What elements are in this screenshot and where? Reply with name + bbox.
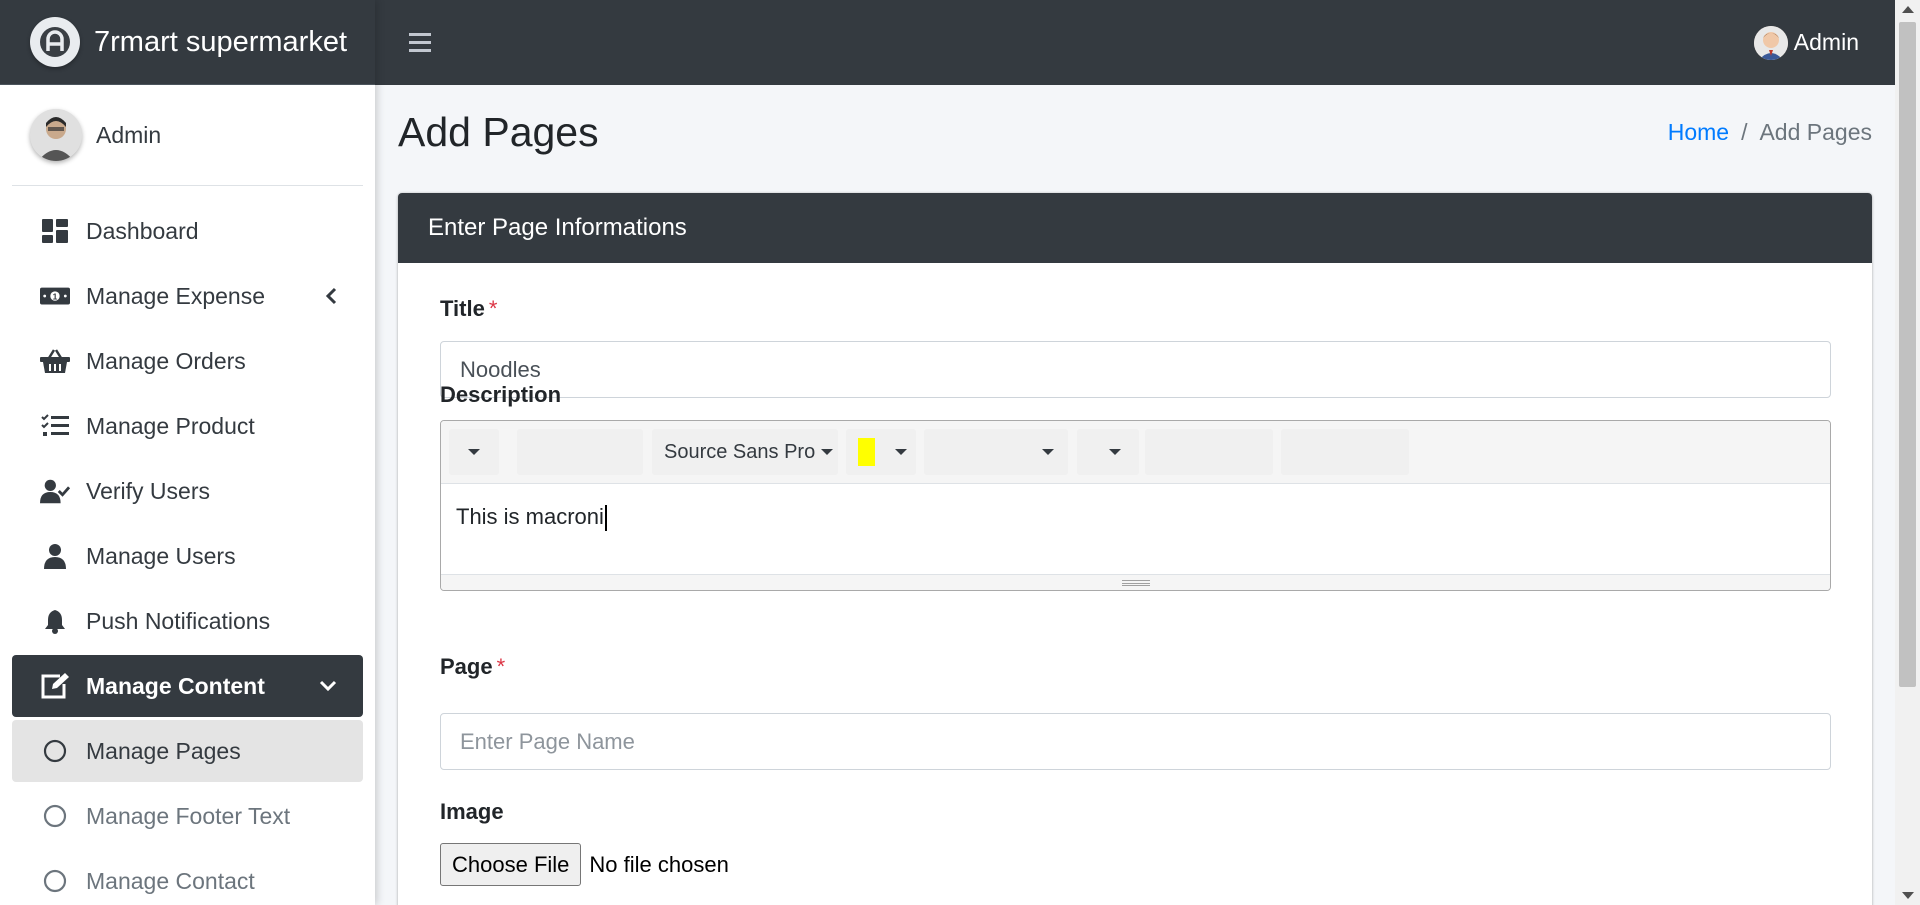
file-status-text: No file chosen bbox=[589, 851, 729, 877]
topbar-user-name: Admin bbox=[1793, 29, 1859, 55]
caret-down-icon bbox=[895, 449, 907, 455]
sidebar-item-label: Manage Users bbox=[86, 542, 236, 569]
page-title: Add Pages bbox=[398, 109, 599, 155]
view-button-group[interactable] bbox=[1281, 429, 1409, 475]
edit-icon bbox=[40, 671, 70, 701]
sidebar-nav: Dashboard 1 Manage Expense Manage Orders… bbox=[12, 200, 363, 905]
sidebar-item-label: Dashboard bbox=[86, 217, 199, 244]
text-cursor bbox=[604, 505, 607, 532]
title-label: Title * bbox=[440, 296, 497, 322]
highlight-color-swatch bbox=[858, 438, 875, 466]
svg-text:1: 1 bbox=[53, 291, 58, 301]
user-icon bbox=[40, 541, 70, 571]
sidebar-item-label: Push Notifications bbox=[86, 607, 271, 634]
sidebar-item-push-notifications[interactable]: Push Notifications bbox=[12, 590, 363, 652]
brand-name: 7rmart supermarket bbox=[94, 25, 348, 58]
required-mark: * bbox=[488, 296, 498, 321]
page-scrollbar[interactable] bbox=[1895, 0, 1920, 905]
editor-resize-handle[interactable] bbox=[441, 574, 1830, 590]
sidebar-item-label: Manage Expense bbox=[86, 282, 266, 309]
editor-content-area[interactable]: This is macroni bbox=[441, 484, 1830, 574]
brand-link[interactable]: 7rmart supermarket bbox=[0, 0, 375, 85]
circle-icon bbox=[40, 801, 70, 831]
grip-icon bbox=[1121, 579, 1150, 586]
sidebar-item-verify-users[interactable]: Verify Users bbox=[12, 460, 363, 522]
line-height-dropdown[interactable] bbox=[1077, 429, 1139, 475]
sidebar-item-label: Verify Users bbox=[86, 477, 210, 504]
basket-icon bbox=[40, 346, 70, 376]
page-label-text: Page bbox=[440, 654, 493, 679]
description-editor: Source Sans Pro This is macroni bbox=[440, 420, 1831, 591]
title-input[interactable]: Noodles bbox=[440, 341, 1831, 398]
sidebar-item-label: Manage Content bbox=[86, 672, 265, 699]
breadcrumb: Home / Add Pages bbox=[1668, 119, 1872, 146]
dashboard-icon bbox=[40, 216, 70, 246]
circle-icon bbox=[40, 866, 70, 896]
sidebar-item-dashboard[interactable]: Dashboard bbox=[12, 200, 363, 262]
chevron-left-icon bbox=[325, 287, 337, 305]
sidebar-item-manage-users[interactable]: Manage Users bbox=[12, 525, 363, 587]
sidebar-item-manage-expense[interactable]: 1 Manage Expense bbox=[12, 265, 363, 327]
color-dropdown[interactable] bbox=[846, 429, 916, 475]
image-label: Image bbox=[440, 799, 504, 824]
scrollbar-thumb[interactable] bbox=[1899, 22, 1916, 687]
caret-down-icon bbox=[468, 449, 480, 455]
sidebar-item-manage-orders[interactable]: Manage Orders bbox=[12, 330, 363, 392]
scroll-up-arrow-icon[interactable] bbox=[1902, 6, 1914, 13]
image-file-input: Choose File No file chosen bbox=[440, 843, 729, 886]
tasks-icon bbox=[40, 411, 70, 441]
paragraph-dropdown[interactable] bbox=[924, 429, 1068, 475]
circle-icon bbox=[40, 736, 70, 766]
insert-button-group[interactable] bbox=[1145, 429, 1273, 475]
top-navbar: Admin bbox=[375, 0, 1895, 85]
brand-logo-icon bbox=[30, 17, 80, 67]
sidebar-item-label: Manage Contact bbox=[86, 867, 255, 894]
caret-down-icon bbox=[821, 449, 834, 455]
sidebar-user-name: Admin bbox=[96, 121, 162, 148]
sidebar-item-manage-pages[interactable]: Manage Pages bbox=[12, 720, 363, 782]
editor-text: This is macroni bbox=[456, 504, 604, 529]
main-sidebar: 7rmart supermarket Admin Dashboard 1 Man… bbox=[0, 0, 375, 905]
user-check-icon bbox=[40, 476, 70, 506]
page-label: Page * bbox=[440, 654, 505, 680]
card-title: Enter Page Informations bbox=[428, 214, 687, 241]
content-wrapper: Add Pages Home / Add Pages Enter Page In… bbox=[375, 85, 1895, 905]
sidebar-item-manage-contact[interactable]: Manage Contact bbox=[12, 850, 363, 905]
description-label: Description bbox=[440, 382, 562, 407]
sidebar-item-manage-footer-text[interactable]: Manage Footer Text bbox=[12, 785, 363, 847]
avatar bbox=[30, 109, 82, 161]
font-family-dropdown[interactable]: Source Sans Pro bbox=[652, 429, 838, 475]
chevron-down-icon bbox=[319, 680, 337, 692]
card-header: Enter Page Informations bbox=[398, 193, 1872, 263]
menu-toggle-icon[interactable] bbox=[409, 33, 431, 52]
avatar bbox=[1753, 25, 1788, 60]
bell-icon bbox=[40, 606, 70, 636]
format-button-group[interactable] bbox=[517, 429, 643, 475]
sidebar-item-label: Manage Footer Text bbox=[86, 802, 291, 829]
editor-toolbar: Source Sans Pro bbox=[441, 421, 1830, 484]
breadcrumb-separator: / bbox=[1741, 119, 1748, 145]
style-dropdown[interactable] bbox=[449, 429, 499, 475]
sidebar-item-label: Manage Orders bbox=[86, 347, 246, 374]
sidebar-item-manage-product[interactable]: Manage Product bbox=[12, 395, 363, 457]
required-mark: * bbox=[496, 654, 506, 679]
choose-file-button[interactable]: Choose File bbox=[440, 843, 582, 886]
scroll-down-arrow-icon[interactable] bbox=[1902, 892, 1914, 899]
sidebar-item-label: Manage Product bbox=[86, 412, 255, 439]
title-label-text: Title bbox=[440, 296, 485, 321]
breadcrumb-current: Add Pages bbox=[1759, 119, 1872, 145]
topbar-user-menu[interactable]: Admin bbox=[1753, 25, 1859, 60]
sidebar-item-label: Manage Pages bbox=[86, 737, 241, 764]
sidebar-user-panel[interactable]: Admin bbox=[12, 85, 363, 186]
page-form-card: Enter Page Informations Title * Noodles D… bbox=[398, 193, 1872, 905]
sidebar-item-manage-content[interactable]: Manage Content bbox=[12, 655, 363, 717]
caret-down-icon bbox=[1109, 449, 1121, 455]
caret-down-icon bbox=[1042, 449, 1054, 455]
font-family-value: Source Sans Pro bbox=[664, 440, 816, 463]
money-icon: 1 bbox=[40, 281, 70, 311]
page-name-input[interactable]: Enter Page Name bbox=[440, 713, 1831, 770]
breadcrumb-home-link[interactable]: Home bbox=[1668, 119, 1729, 146]
